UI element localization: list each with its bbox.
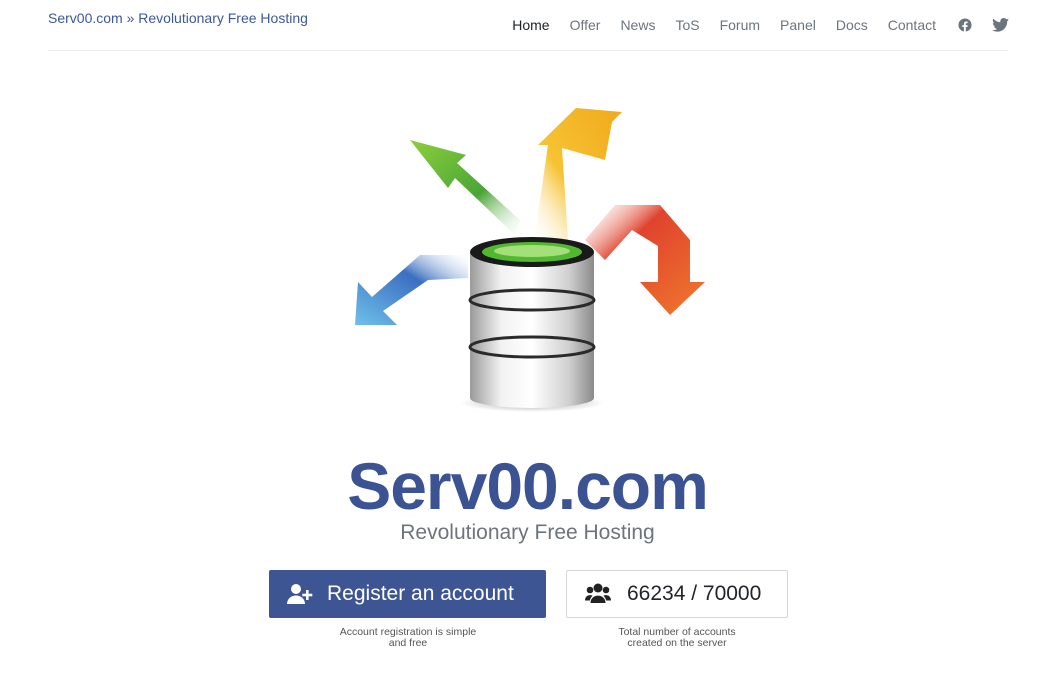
register-button-label: Register an account: [327, 582, 514, 605]
register-account-button[interactable]: Register an account: [269, 570, 546, 618]
accounts-count-button[interactable]: 66234 / 70000: [566, 570, 788, 618]
nav-forum[interactable]: Forum: [720, 16, 760, 34]
server-cylinder: [468, 237, 596, 408]
page: Serv00.com » Revolutionary Free Hosting …: [0, 0, 1055, 678]
page-subtitle: Revolutionary Free Hosting: [400, 521, 655, 544]
page-title: Serv00.com: [347, 449, 709, 523]
main-nav: Home Offer News ToS Forum Panel Docs Con…: [492, 16, 1009, 34]
add-user-icon: [287, 583, 313, 605]
nav-contact[interactable]: Contact: [888, 16, 936, 34]
header-divider: [48, 50, 1008, 51]
register-caption: Account registration is simple and free: [322, 627, 494, 649]
brand-link[interactable]: Serv00.com » Revolutionary Free Hosting: [48, 10, 308, 26]
register-caption-line2: and free: [388, 637, 428, 649]
server-illustration: [350, 100, 710, 420]
nav-offer[interactable]: Offer: [570, 16, 601, 34]
nav-docs[interactable]: Docs: [836, 16, 868, 34]
nav-news[interactable]: News: [620, 16, 655, 34]
nav-tos[interactable]: ToS: [675, 16, 699, 34]
twitter-icon[interactable]: [992, 18, 1009, 32]
nav-home[interactable]: Home: [512, 16, 549, 34]
users-icon: [585, 583, 611, 605]
accounts-caption-line2: created on the server: [627, 637, 727, 649]
facebook-icon[interactable]: [958, 18, 972, 32]
accounts-caption: Total number of accounts created on the …: [598, 627, 756, 649]
nav-panel[interactable]: Panel: [780, 16, 816, 34]
green-arrow-icon: [410, 140, 520, 235]
social-links: [958, 18, 1009, 32]
blue-arrow-icon: [355, 255, 468, 325]
red-arrow-icon: [585, 205, 705, 315]
accounts-count-value: 66234 / 70000: [627, 582, 762, 605]
